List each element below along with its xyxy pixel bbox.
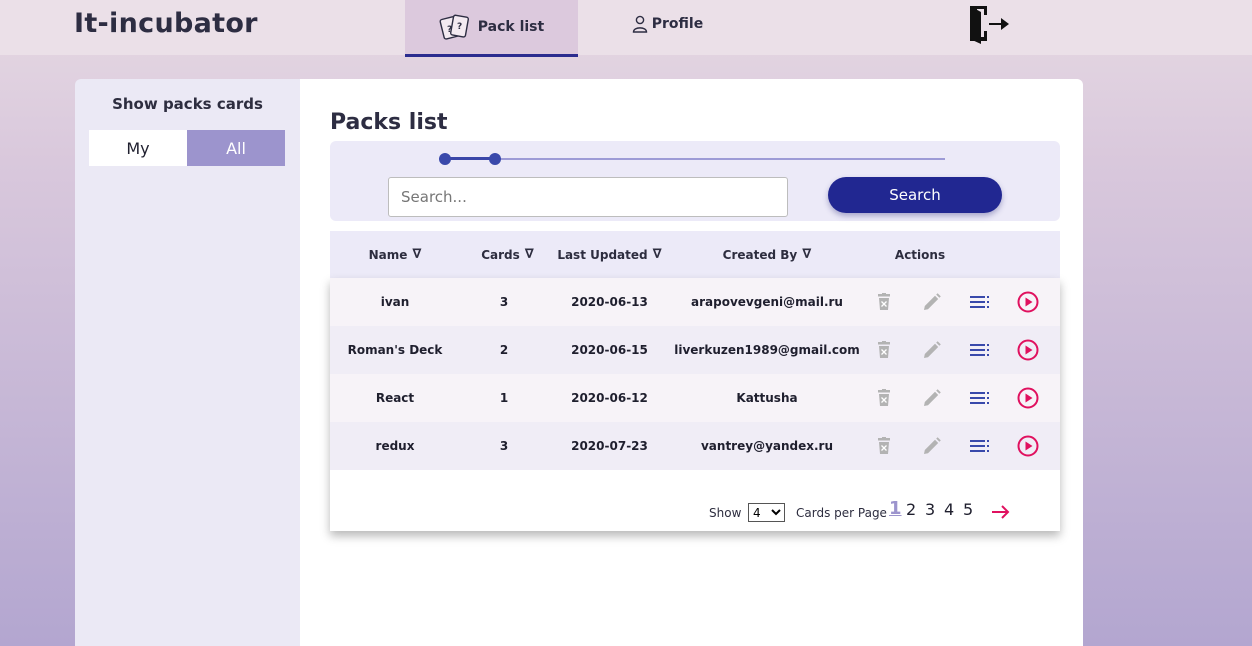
column-header-cards[interactable]: Cards ∇ bbox=[460, 231, 555, 278]
delete-icon[interactable] bbox=[872, 434, 896, 458]
sort-icon[interactable]: ∇ bbox=[802, 247, 811, 262]
slider-thumb-min[interactable] bbox=[439, 153, 451, 165]
cards-list-icon[interactable] bbox=[968, 290, 992, 314]
column-header-name[interactable]: Name ∇ bbox=[330, 231, 460, 278]
column-header-actions: Actions bbox=[870, 231, 970, 278]
cell-name: redux bbox=[375, 439, 415, 453]
delete-icon[interactable] bbox=[872, 338, 896, 362]
tab-profile[interactable]: Profile bbox=[620, 0, 715, 48]
toggle-all-button[interactable]: All bbox=[187, 130, 285, 166]
column-actions-label: Actions bbox=[894, 247, 946, 262]
filter-panel: Search bbox=[330, 141, 1060, 221]
page-5-link[interactable]: 5 bbox=[963, 500, 973, 519]
sidebar-title: Show packs cards bbox=[112, 95, 263, 113]
cell-created-by: Kattusha bbox=[736, 391, 798, 405]
cell-cards: 3 bbox=[499, 439, 509, 453]
search-button[interactable]: Search bbox=[828, 177, 1002, 213]
sidebar: Show packs cards My All bbox=[75, 79, 300, 646]
cards-list-icon[interactable] bbox=[968, 434, 992, 458]
show-label: Show bbox=[709, 506, 742, 520]
page-title: Packs list bbox=[330, 110, 448, 135]
toggle-my-button[interactable]: My bbox=[89, 130, 187, 166]
cards-list-icon[interactable] bbox=[968, 386, 992, 410]
sort-icon[interactable]: ∇ bbox=[412, 247, 421, 262]
cell-created-by: liverkuzen1989@gmail.com bbox=[674, 343, 860, 357]
table-header: Name ∇ Cards ∇ Last Updated ∇ Created By… bbox=[330, 231, 1060, 278]
app-logo: It-incubator bbox=[74, 8, 258, 39]
table-row: React 1 2020-06-12 Kattusha bbox=[330, 374, 1060, 422]
slider-range bbox=[445, 157, 495, 160]
page-4-link[interactable]: 4 bbox=[944, 500, 954, 519]
per-page-label: Cards per Page bbox=[796, 506, 887, 520]
sort-icon[interactable]: ∇ bbox=[525, 247, 534, 262]
edit-icon[interactable] bbox=[920, 338, 944, 362]
cell-name: Roman's Deck bbox=[347, 343, 443, 357]
tab-pack-list[interactable]: ? ? Pack list bbox=[405, 0, 578, 57]
cards-list-icon[interactable] bbox=[968, 338, 992, 362]
logout-icon[interactable] bbox=[967, 3, 1011, 45]
top-header: It-incubator ? ? Pack list Profile bbox=[0, 0, 1252, 57]
svg-text:?: ? bbox=[457, 22, 462, 32]
main-content: Packs list Search Name ∇ Cards ∇ Last Up… bbox=[300, 79, 1083, 646]
sort-icon[interactable]: ∇ bbox=[653, 247, 662, 262]
cell-cards: 2 bbox=[499, 343, 509, 357]
column-header-created-by[interactable]: Created By ∇ bbox=[672, 231, 862, 278]
cell-updated: 2020-07-23 bbox=[571, 439, 648, 453]
cell-name: React bbox=[375, 391, 415, 405]
tab-profile-label: Profile bbox=[651, 16, 704, 32]
packs-table: ivan 3 2020-06-13 arapovevgeni@mail.ru Roman… bbox=[330, 278, 1060, 531]
cell-name: ivan bbox=[380, 295, 410, 309]
page-1-link[interactable]: 1 bbox=[889, 498, 902, 519]
learn-play-icon[interactable] bbox=[1016, 434, 1040, 458]
user-icon bbox=[632, 15, 648, 33]
cell-updated: 2020-06-15 bbox=[571, 343, 648, 357]
cell-updated: 2020-06-12 bbox=[571, 391, 648, 405]
delete-icon[interactable] bbox=[872, 386, 896, 410]
column-cards-label: Cards bbox=[481, 247, 520, 262]
delete-icon[interactable] bbox=[872, 290, 896, 314]
column-created-by-label: Created By bbox=[722, 247, 798, 262]
page-2-link[interactable]: 2 bbox=[906, 500, 916, 519]
packs-owner-toggle: My All bbox=[89, 130, 285, 166]
table-row: ivan 3 2020-06-13 arapovevgeni@mail.ru bbox=[330, 278, 1060, 326]
page-3-link[interactable]: 3 bbox=[925, 500, 935, 519]
cards-range-slider[interactable] bbox=[439, 153, 945, 165]
cell-updated: 2020-06-13 bbox=[571, 295, 648, 309]
pagination: Show 4 Cards per Page 1 2 3 4 5 bbox=[330, 498, 1060, 524]
column-updated-label: Last Updated bbox=[557, 247, 648, 262]
learn-play-icon[interactable] bbox=[1016, 290, 1040, 314]
edit-icon[interactable] bbox=[920, 434, 944, 458]
table-row: Roman's Deck 2 2020-06-15 liverkuzen1989@gm… bbox=[330, 326, 1060, 374]
cell-cards: 3 bbox=[499, 295, 509, 309]
per-page-select[interactable]: 4 bbox=[748, 503, 785, 522]
column-name-label: Name bbox=[368, 247, 408, 262]
svg-text:?: ? bbox=[447, 25, 452, 35]
slider-track bbox=[445, 158, 945, 160]
cards-icon: ? ? bbox=[439, 13, 471, 41]
edit-icon[interactable] bbox=[920, 290, 944, 314]
edit-icon[interactable] bbox=[920, 386, 944, 410]
learn-play-icon[interactable] bbox=[1016, 386, 1040, 410]
learn-play-icon[interactable] bbox=[1016, 338, 1040, 362]
cell-created-by: vantrey@yandex.ru bbox=[700, 439, 834, 453]
next-page-arrow-icon[interactable] bbox=[991, 504, 1011, 524]
tab-pack-list-label: Pack list bbox=[477, 19, 545, 35]
cell-created-by: arapovevgeni@mail.ru bbox=[691, 295, 843, 309]
cell-cards: 1 bbox=[499, 391, 509, 405]
slider-thumb-max[interactable] bbox=[489, 153, 501, 165]
column-header-updated[interactable]: Last Updated ∇ bbox=[547, 231, 672, 278]
search-input[interactable] bbox=[388, 177, 788, 217]
table-row: redux 3 2020-07-23 vantrey@yandex.ru bbox=[330, 422, 1060, 470]
